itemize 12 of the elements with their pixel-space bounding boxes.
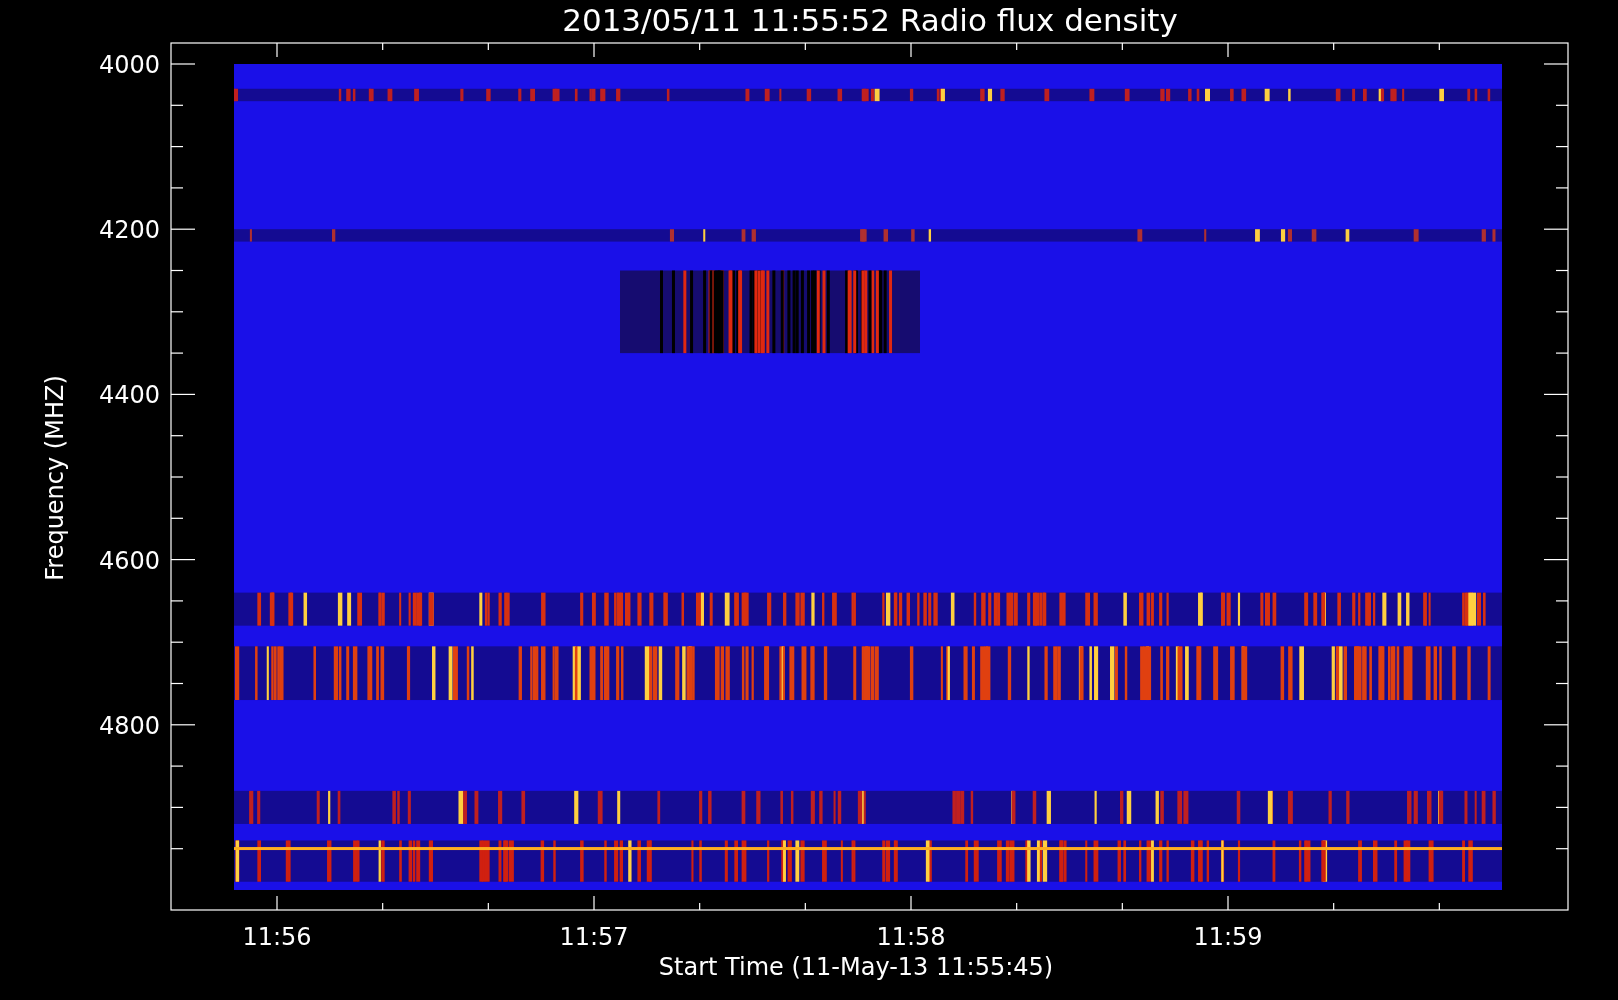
axis-tick-label: 11:56: [242, 923, 312, 951]
axis-tick-label: 11:59: [1193, 923, 1263, 951]
axis-tick-label: 4600: [98, 546, 160, 575]
axis-tick-label: 11:57: [559, 923, 629, 951]
axis-tick-label: 4800: [98, 711, 160, 740]
axis-tick-label: 11:58: [876, 923, 946, 951]
axis-tick-label: 4000: [98, 51, 160, 79]
axis-title: Frequency (MHZ): [41, 375, 69, 581]
axis-title: Start Time (11-May-13 11:55:45): [658, 953, 1054, 981]
chart-title: 2013/05/11 11:55:52 Radio flux density: [562, 2, 1178, 38]
axis-tick-label: 4400: [98, 381, 160, 410]
axis-tick-label: 4200: [98, 216, 160, 245]
